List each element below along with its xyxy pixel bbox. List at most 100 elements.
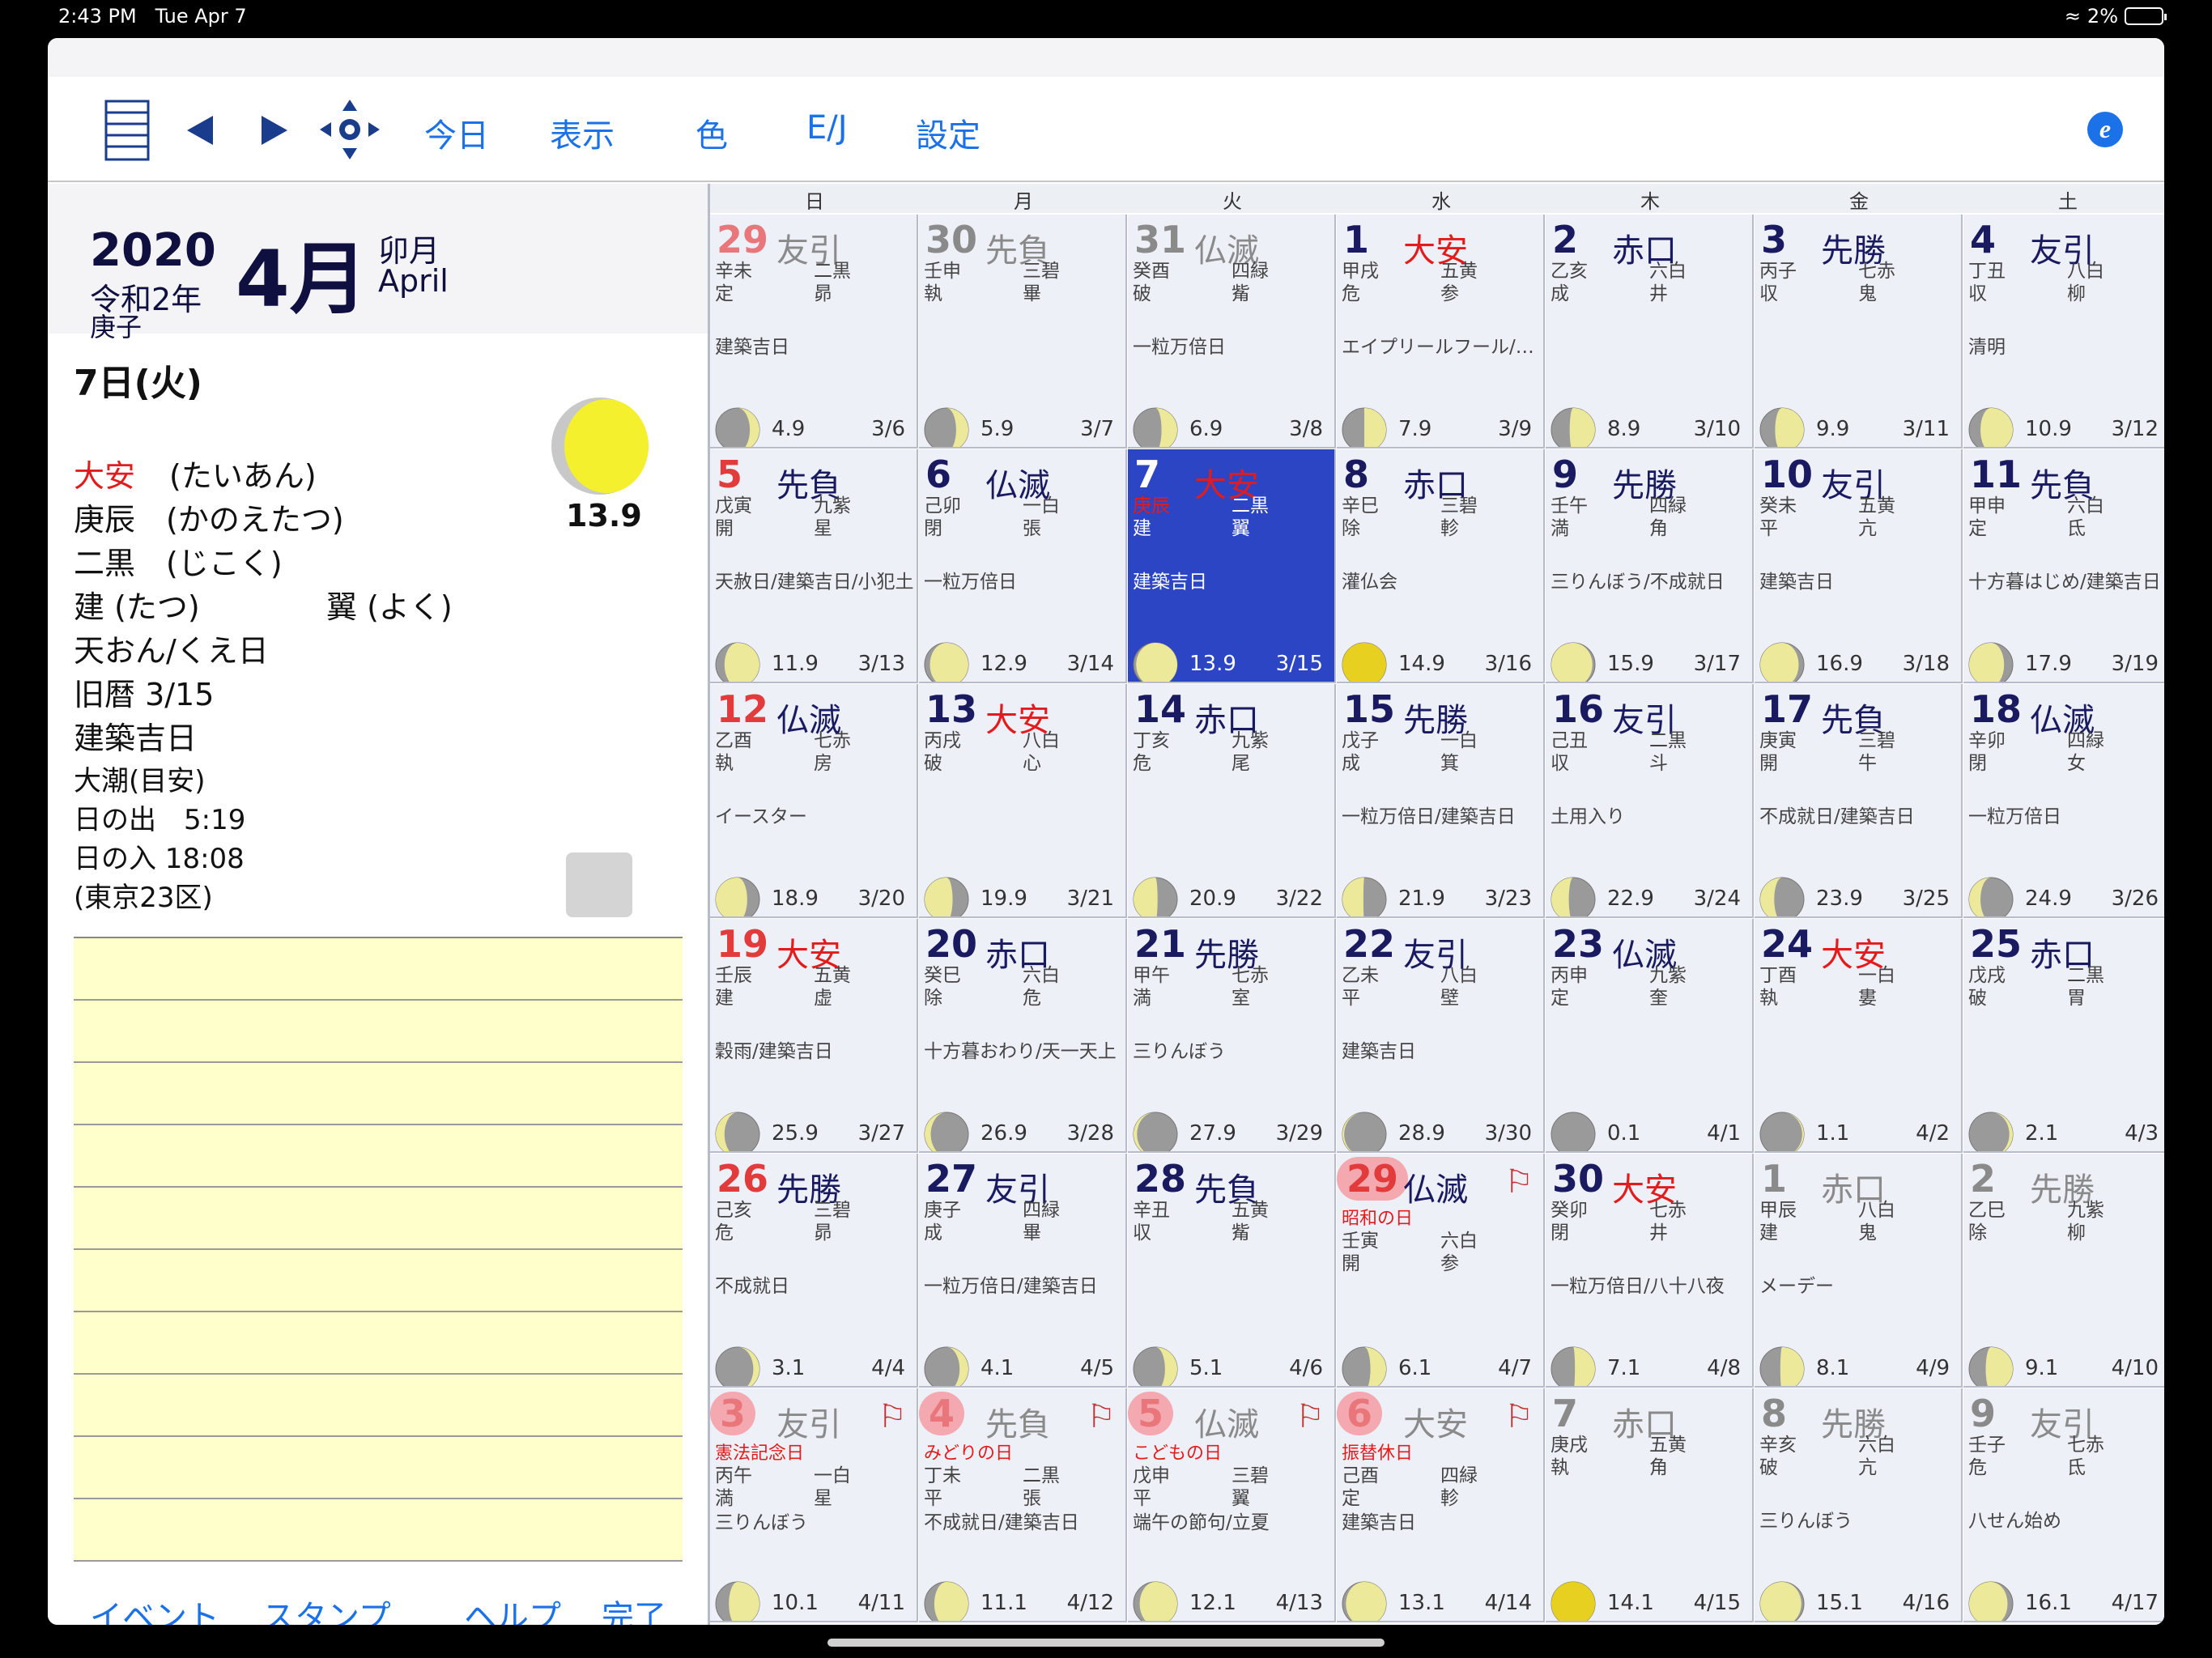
prev-arrow-icon[interactable] (185, 114, 215, 147)
moon-age: 6.9 (1189, 417, 1223, 441)
calendar-day-cell[interactable]: 1 赤口 甲辰 八白建鬼メーデー 8.1 4/9 (1755, 1154, 1963, 1388)
moon-phase-icon (551, 397, 649, 495)
lunar-date: 3/11 (1902, 417, 1950, 441)
moon-phase-icon (1551, 642, 1596, 682)
calendar-day-cell[interactable]: 11 先負 甲申 六白定氐十方暮はじめ/建築吉日 17.9 3/19 (1963, 449, 2164, 683)
event-text: 三りんぼう (1133, 1041, 1226, 1062)
today-button[interactable]: 今日 (424, 109, 489, 156)
next-arrow-icon[interactable] (260, 114, 289, 147)
calendar-day-cell[interactable]: 26 先勝 己亥 三碧危昴不成就日 3.1 4/4 (710, 1154, 918, 1388)
app-window: 今日 表示 色 E/J 設定 e 2020 令和2年 庚子 4月 卯月 Apri… (48, 38, 2164, 1625)
calendar-day-cell[interactable]: 14 赤口 丁亥 九紫危尾 20.9 3/22 (1128, 684, 1336, 918)
lunar-date: 4/6 (1289, 1356, 1323, 1380)
moon-age: 11.9 (772, 652, 819, 676)
calendar-day-cell[interactable]: 23 仏滅 丙申 九紫定奎 0.1 4/1 (1546, 919, 1754, 1153)
calendar-day-cell[interactable]: 13 大安 丙戌 八白破心 19.9 3/21 (919, 684, 1127, 918)
eto-label: 庚子 (90, 312, 143, 342)
shuku-label: 婁 (1858, 988, 1877, 1009)
stamp-button[interactable]: スタンプ (262, 1591, 391, 1625)
color-button[interactable]: 色 (696, 109, 728, 156)
moon-phase-icon (1551, 1346, 1596, 1386)
moon-phase-icon (924, 1346, 969, 1386)
calendar-day-cell[interactable]: 2 赤口 乙亥 六白成井 8.9 3/10 (1546, 215, 1754, 449)
info-e-icon[interactable]: e (2087, 111, 2124, 148)
moon-phase-icon (715, 1346, 760, 1386)
lunar-date: 4/10 (2111, 1356, 2159, 1380)
weekday-label: 金 (1849, 190, 1869, 213)
calendar-day-cell[interactable]: 9 友引 壬子 七赤危氐八せん始め 16.1 4/17 (1963, 1388, 2164, 1622)
calendar-day-cell[interactable]: 17 先負 庚寅 三碧開牛不成就日/建築吉日 23.9 3/25 (1755, 684, 1963, 918)
lunar-date: 3/28 (1066, 1121, 1114, 1146)
notes-area[interactable] (74, 937, 683, 1562)
event-text: 不成就日/建築吉日 (1759, 806, 1915, 827)
event-text: 三りんぼう (715, 1512, 808, 1533)
view-button[interactable]: 表示 (550, 109, 615, 156)
shuku-label: 畢 (1023, 283, 1041, 304)
choku-label: 収 (1133, 1222, 1151, 1244)
choku-label: 執 (1759, 988, 1778, 1009)
status-right: ≈ 2% (2065, 5, 2167, 28)
calendar-day-cell[interactable]: 24 大安 丁酉 一白執婁 1.1 4/2 (1755, 919, 1963, 1153)
calendar-day-cell[interactable]: 28 先負 辛丑 五黄収觜 5.1 4/6 (1128, 1154, 1336, 1388)
choku-label: 建 (1133, 518, 1151, 539)
lang-toggle-button[interactable]: E/J (806, 109, 848, 147)
home-indicator (827, 1639, 1385, 1647)
choku-label: 閉 (924, 518, 942, 539)
calendar-day-cell[interactable]: 25 赤口 戊戌 二黒破胃 2.1 4/3 (1963, 919, 2164, 1153)
lunar-date: 3/18 (1902, 652, 1950, 676)
calendar-day-cell[interactable]: 16 友引 己丑 二黒収斗土用入り 22.9 3/24 (1546, 684, 1754, 918)
calendar-day-cell[interactable]: 3 友引 憲法記念日 丙午 一白満星三りんぼう 10.1 4/11 ⚐ (710, 1388, 918, 1622)
moon-phase-icon (1968, 877, 2014, 916)
calendar-day-cell[interactable]: 12 仏滅 乙酉 七赤執房イースター 18.9 3/20 (710, 684, 918, 918)
calendar-day-cell[interactable]: 10 友引 癸未 五黄平亢建築吉日 16.9 3/18 (1755, 449, 1963, 683)
moon-phase-icon (1968, 1346, 2014, 1386)
holiday-flag-icon: ⚐ (1504, 1398, 1534, 1435)
calendar-day-cell[interactable]: 6 大安 振替休日 己酉 四緑定軫建築吉日 13.1 4/14 ⚐ (1337, 1388, 1545, 1622)
calendar-day-cell[interactable]: 20 赤口 癸巳 六白除危十方暮おわり/天一天上 26.9 3/28 (919, 919, 1127, 1153)
calendar-day-cell[interactable]: 29 仏滅 昭和の日 壬寅 六白開参 6.1 4/7 ⚐ (1337, 1154, 1545, 1388)
calendar-day-cell[interactable]: 2 先勝 乙巳 九紫除柳 9.1 4/10 (1963, 1154, 2164, 1388)
calendar-day-cell[interactable]: 5 仏滅 こどもの日 戊申 三碧平翼端午の節句/立夏 12.1 4/13 ⚐ (1128, 1388, 1336, 1622)
lunar-date: 3/15 (1275, 652, 1323, 676)
calendar-day-cell[interactable]: 5 先負 戊寅 九紫開星天赦日/建築吉日/小犯土 11.9 3/13 (710, 449, 918, 683)
event-text: 八せん始め (1968, 1511, 2061, 1532)
calendar-day-cell[interactable]: 7 赤口 庚戌 五黄執角 14.1 4/15 (1546, 1388, 1754, 1622)
calendar-day-cell[interactable]: 19 大安 壬辰 五黄建虚穀雨/建築吉日 25.9 3/27 (710, 919, 918, 1153)
calendar-day-cell[interactable]: 31 仏滅 癸酉 四緑破觜一粒万倍日 6.9 3/8 (1128, 215, 1336, 449)
kanshi: 庚辰 (かのえたつ) (74, 502, 344, 538)
calendar-day-cell[interactable]: 1大安甲戌五黄危参エイプリールフール/一粒万倍日7.93/9 (1337, 215, 1545, 449)
list-icon[interactable] (104, 100, 150, 161)
calendar-day-cell[interactable]: 15 先勝 戊子 一白成箕一粒万倍日/建築吉日 21.9 3/23 (1337, 684, 1545, 918)
calendar-day-cell[interactable]: 18 仏滅 辛卯 四緑閉女一粒万倍日 24.9 3/26 (1963, 684, 2164, 918)
shuku-label: 軫 (1440, 518, 1459, 539)
event-button[interactable]: イベント (90, 1591, 219, 1625)
calendar-day-cell[interactable]: 4 先負 みどりの日 丁未 二黒平張不成就日/建築吉日 11.1 4/12 ⚐ (919, 1388, 1127, 1622)
calendar-day-cell[interactable]: 21 先勝 甲午 七赤満室三りんぼう 27.9 3/29 (1128, 919, 1336, 1153)
help-button[interactable]: ヘルプ (464, 1591, 561, 1625)
stamp-slot[interactable] (566, 852, 632, 917)
choku-label: 開 (715, 518, 734, 539)
shuku-label: 壁 (1440, 988, 1459, 1009)
tide: 大潮(目安) (74, 765, 206, 797)
calendar-day-cell[interactable]: 4 友引 丁丑 八白収柳清明 10.9 3/12 (1963, 215, 2164, 449)
lunar-date: 3/6 (871, 417, 905, 441)
calendar-day-cell[interactable]: 8 先勝 辛亥 六白破亢三りんぼう 15.1 4/16 (1755, 1388, 1963, 1622)
calendar-day-cell[interactable]: 22 友引 乙未 八白平壁建築吉日 28.9 3/30 (1337, 919, 1545, 1153)
moon-phase-icon (1342, 1581, 1387, 1621)
lunar-date: 旧暦 3/15 (74, 677, 215, 712)
settings-button[interactable]: 設定 (916, 109, 981, 156)
done-button[interactable]: 完了 (602, 1591, 666, 1625)
calendar-day-cell[interactable]: 30 先負 壬申 三碧執畢 5.9 3/7 (919, 215, 1127, 449)
calendar-day-cell[interactable]: 7 大安 庚辰 二黒建翼建築吉日 13.9 3/15 (1128, 449, 1336, 683)
calendar-day-cell[interactable]: 3 先勝 丙子 七赤収鬼 9.9 3/11 (1755, 215, 1963, 449)
move-cross-icon[interactable] (318, 98, 381, 161)
calendar-day-cell[interactable]: 29 友引 辛未 二黒定昴建築吉日 4.9 3/6 (710, 215, 918, 449)
calendar-day-cell[interactable]: 27 友引 庚子 四緑成畢一粒万倍日/建築吉日 4.1 4/5 (919, 1154, 1127, 1388)
calendar-day-cell[interactable]: 30 大安 癸卯 七赤閉井一粒万倍日/八十八夜 7.1 4/8 (1546, 1154, 1754, 1388)
event-text: 不成就日/建築吉日 (924, 1512, 1079, 1533)
calendar-day-cell[interactable]: 8 赤口 辛巳 三碧除軫灌仏会 14.9 3/16 (1337, 449, 1545, 683)
lunar-date: 3/13 (857, 652, 905, 676)
calendar-day-cell[interactable]: 6 仏滅 己卯 一白閉張一粒万倍日 12.9 3/14 (919, 449, 1127, 683)
choku: 建 (たつ) (74, 589, 200, 625)
calendar-day-cell[interactable]: 9 先勝 壬午 四緑満角三りんぼう/不成就日 15.9 3/17 (1546, 449, 1754, 683)
